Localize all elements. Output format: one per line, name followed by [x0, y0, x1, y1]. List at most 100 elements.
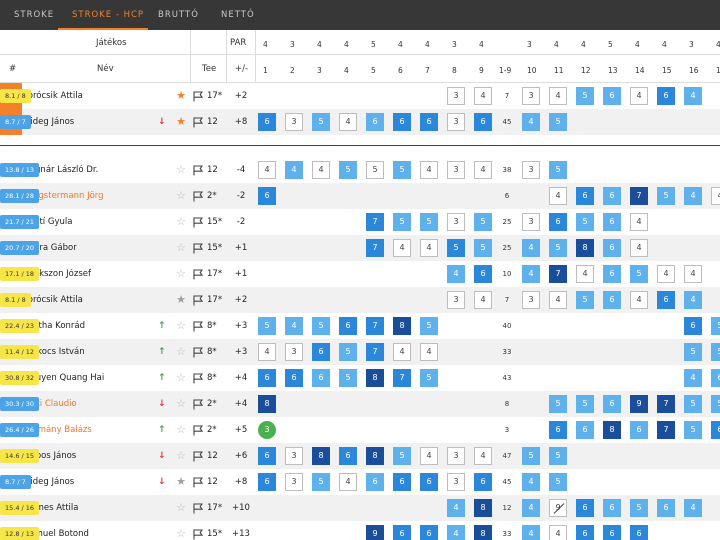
favorite-star-icon[interactable]: ☆ — [175, 365, 187, 391]
score-cell: 6 — [576, 187, 594, 205]
table-row[interactable]: 2Bergstermann Jörg28.1 / 28☆2*-266466754… — [0, 183, 720, 209]
tee-flag-icon — [193, 217, 203, 228]
favorite-star-icon[interactable]: ☆ — [175, 157, 187, 183]
score-cell: 4 — [447, 499, 465, 517]
score-cell: 6 — [549, 213, 567, 231]
front-nine-total: 38 — [502, 166, 512, 174]
favorite-star-icon[interactable]: ☆ — [175, 209, 187, 235]
tee-value: 15* — [207, 529, 223, 539]
score-cell: 5 — [630, 265, 648, 283]
front-nine-total: 40 — [502, 322, 512, 330]
favorite-star-icon[interactable]: ☆ — [175, 495, 187, 521]
score-cell: 7 — [366, 213, 384, 231]
score-cell: 4 — [630, 239, 648, 257]
favorite-star-icon[interactable]: ☆ — [175, 235, 187, 261]
tee-value: 12 — [207, 117, 218, 127]
table-row[interactable]: T7Bartha Konrád22.4 / 23↑☆8*+35456785406… — [0, 313, 720, 339]
score-cell: 4 — [285, 317, 303, 335]
favorite-star-icon[interactable]: ☆ — [175, 183, 187, 209]
player-name[interactable]: Torócsik Attila — [24, 287, 83, 313]
score-cell: 5 — [339, 161, 357, 179]
favorite-star-icon[interactable]: ☆ — [175, 417, 187, 443]
tee-flag-icon — [193, 451, 203, 462]
holes-divider — [255, 30, 256, 82]
handicap-badge: 30.3 / 30 — [0, 397, 40, 411]
score-cell: 7 — [657, 421, 675, 439]
table-row[interactable]: 3Bástí Gyula21.7 / 21☆15*-2755352536564 — [0, 209, 720, 235]
score-cell: 9 — [366, 525, 384, 540]
score-cell: 4 — [339, 473, 357, 491]
row-background — [0, 109, 720, 135]
player-name[interactable]: Hideg János — [24, 109, 74, 135]
favorite-star-icon[interactable]: ★ — [175, 109, 187, 135]
favorite-star-icon[interactable]: ★ — [175, 469, 187, 495]
score-cell: 4 — [684, 187, 702, 205]
score-to-par: +3 — [234, 321, 248, 331]
table-row[interactable]: 14Nemes Attila15.4 / 16☆17*+104812496656… — [0, 495, 720, 521]
table-row[interactable]: T7Klokocs István11.4 / 12↑☆8*+3436574433… — [0, 339, 720, 365]
tee-flag-icon — [193, 117, 203, 128]
favorite-star-icon[interactable]: ☆ — [175, 313, 187, 339]
score-cell: 3 — [522, 161, 540, 179]
par-value: 4 — [317, 40, 322, 49]
header-jatekos: Játékos — [96, 38, 127, 48]
score-cell: 4 — [258, 161, 276, 179]
score-cell: 6 — [258, 187, 276, 205]
score-cell: 4 — [630, 213, 648, 231]
favorite-star-icon[interactable]: ★ — [175, 287, 187, 313]
score-cell: 6 — [576, 499, 594, 517]
tab-brutto[interactable]: BRUTTÓ — [158, 0, 199, 30]
score-cell: 8 — [603, 421, 621, 439]
score-cell: 6 — [576, 525, 594, 540]
tee-flag-icon — [193, 399, 203, 410]
front-nine-total: 8 — [504, 400, 510, 408]
tee-value: 2* — [207, 399, 217, 409]
player-name[interactable]: Torócsik Attila — [24, 83, 83, 109]
handicap-badge: 15.4 / 16 — [0, 501, 40, 515]
score-cell: 6 — [657, 291, 675, 309]
score-cell: 5 — [684, 395, 702, 413]
score-cell: 6 — [603, 213, 621, 231]
score-cell: 5 — [474, 213, 492, 231]
favorite-star-icon[interactable]: ☆ — [175, 391, 187, 417]
table-row[interactable]: 6Torócsik Attila8.1 / 8★17*+23473456464 — [0, 287, 720, 313]
score-cell: 4 — [420, 161, 438, 179]
score-cell: 6 — [603, 187, 621, 205]
score-to-par: +6 — [234, 451, 248, 461]
table-row[interactable]: 5Szakszon József17.1 / 18☆17*+1461047465… — [0, 261, 720, 287]
front-nine-total: 45 — [502, 478, 512, 486]
tab-stroke[interactable]: STROKE — [14, 0, 54, 30]
table-row[interactable]: 1Bognár László Dr.13.8 / 13☆12-444455543… — [0, 157, 720, 183]
table-row[interactable]: 11Kormány Balázs26.4 / 26↑☆2*+5336686756 — [0, 417, 720, 443]
player-name[interactable]: Hideg János — [24, 469, 74, 495]
score-cell: 4 — [549, 187, 567, 205]
table-row[interactable]: 9Nguyen Quang Hai30.8 / 32↑☆8*+466658754… — [0, 365, 720, 391]
table-row[interactable]: 12Dobos János14.6 / 15↓☆12+6638685434475… — [0, 443, 720, 469]
hole-number: 13 — [608, 66, 618, 75]
table-row[interactable]: 13Hideg János8.7 / 7↓★12+86354666364545 — [0, 109, 720, 135]
handicap-badge: 13.8 / 13 — [0, 163, 40, 177]
favorite-star-icon[interactable]: ☆ — [175, 521, 187, 540]
table-row[interactable]: 10Torti Claudio30.3 / 30↓☆2*+4885569755 — [0, 391, 720, 417]
handicap-badge: 14.6 / 15 — [0, 449, 40, 463]
table-row[interactable]: 15Sámuel Botond12.8 / 13☆15*+13966483344… — [0, 521, 720, 540]
favorite-star-icon[interactable]: ☆ — [175, 443, 187, 469]
score-cell: 5 — [576, 213, 594, 231]
score-cell: 7 — [549, 265, 567, 283]
table-row[interactable]: 4Vavra Gábor20.7 / 20☆15*+1744552545864 — [0, 235, 720, 261]
score-cell: 5 — [258, 317, 276, 335]
favorite-star-icon[interactable]: ★ — [175, 83, 187, 109]
score-cell: 8 — [474, 499, 492, 517]
tab-netto[interactable]: NETTÓ — [221, 0, 255, 30]
tab-stroke-hcp[interactable]: STROKE - HCP — [72, 0, 144, 30]
favorite-star-icon[interactable]: ☆ — [175, 339, 187, 365]
handicap-badge: 12.8 / 13 — [0, 527, 40, 540]
table-row[interactable]: 6Torócsik Attila8.1 / 8★17*+23473456464 — [0, 83, 720, 109]
row-background — [0, 157, 720, 183]
score-cell: 3 — [285, 473, 303, 491]
row-background — [0, 469, 720, 495]
score-to-par: +2 — [234, 91, 248, 101]
score-cell: 6 — [258, 369, 276, 387]
favorite-star-icon[interactable]: ☆ — [175, 261, 187, 287]
table-row[interactable]: 13Hideg János8.7 / 7↓★12+86354666364545 — [0, 469, 720, 495]
